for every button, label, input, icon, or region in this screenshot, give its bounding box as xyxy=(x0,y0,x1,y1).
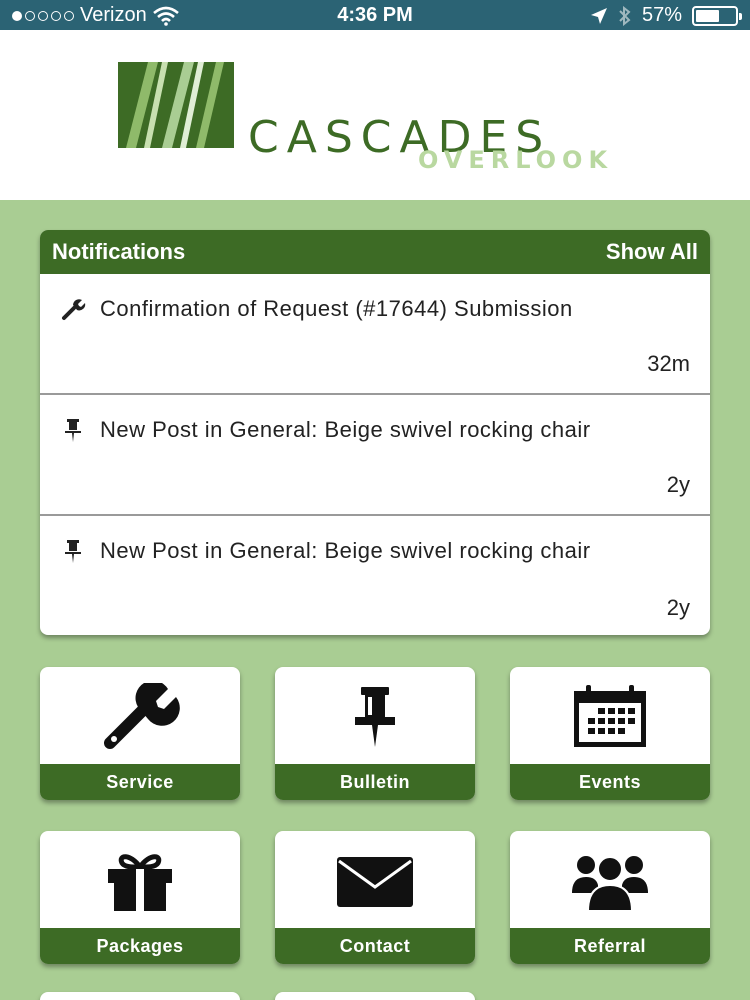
cascades-logo-icon xyxy=(118,62,234,148)
contact-tile-label: Contact xyxy=(275,928,475,964)
events-tile-label: Events xyxy=(510,764,710,800)
envelope-icon xyxy=(337,857,413,907)
packages-tile-label: Packages xyxy=(40,928,240,964)
notification-text: New Post in General: Beige swivel rockin… xyxy=(100,417,591,442)
referral-tile-label: Referral xyxy=(510,928,710,964)
pushpin-icon xyxy=(355,687,395,747)
status-bar: Verizon 4:36 PM 57% xyxy=(0,0,750,30)
notifications-header: Notifications Show All xyxy=(40,230,710,274)
notification-age: 32m xyxy=(647,351,690,376)
packages-tile[interactable]: Packages xyxy=(40,831,240,964)
wrench-icon xyxy=(62,299,86,320)
group-icon xyxy=(572,856,648,912)
partial-tile[interactable] xyxy=(40,992,240,1000)
notification-item[interactable]: New Post in General: Beige swivel rockin… xyxy=(40,516,710,635)
partial-tile[interactable] xyxy=(275,992,475,1000)
notification-item[interactable]: Confirmation of Request (#17644) Submiss… xyxy=(40,274,710,395)
gift-icon xyxy=(108,854,172,911)
events-tile[interactable]: Events xyxy=(510,667,710,800)
pushpin-icon xyxy=(65,540,81,563)
notification-age: 2y xyxy=(666,595,690,620)
app-header: CASCADES OVERLOOK xyxy=(0,30,750,200)
bulletin-tile[interactable]: Bulletin xyxy=(275,667,475,800)
logo-subtitle: OVERLOOK xyxy=(418,146,614,174)
notification-item[interactable]: New Post in General: Beige swivel rockin… xyxy=(40,395,710,516)
service-tile[interactable]: Service xyxy=(40,667,240,800)
location-arrow-icon xyxy=(590,7,607,24)
bulletin-tile-label: Bulletin xyxy=(275,764,475,800)
battery-percent: 57% xyxy=(641,4,682,26)
contact-tile[interactable]: Contact xyxy=(275,831,475,964)
battery-icon xyxy=(692,5,742,26)
bluetooth-icon xyxy=(619,5,631,26)
notifications-title: Notifications xyxy=(52,239,186,264)
show-all-link[interactable]: Show All xyxy=(606,239,698,265)
wrench-icon xyxy=(104,683,180,749)
pushpin-icon xyxy=(65,419,81,442)
service-tile-label: Service xyxy=(40,764,240,800)
calendar-icon xyxy=(574,685,646,747)
referral-tile[interactable]: Referral xyxy=(510,831,710,964)
notification-text: New Post in General: Beige swivel rockin… xyxy=(100,538,591,563)
notification-age: 2y xyxy=(666,472,690,497)
notification-text: Confirmation of Request (#17644) Submiss… xyxy=(100,296,573,321)
notifications-card: Notifications Show All Confirmation of R… xyxy=(40,230,710,635)
